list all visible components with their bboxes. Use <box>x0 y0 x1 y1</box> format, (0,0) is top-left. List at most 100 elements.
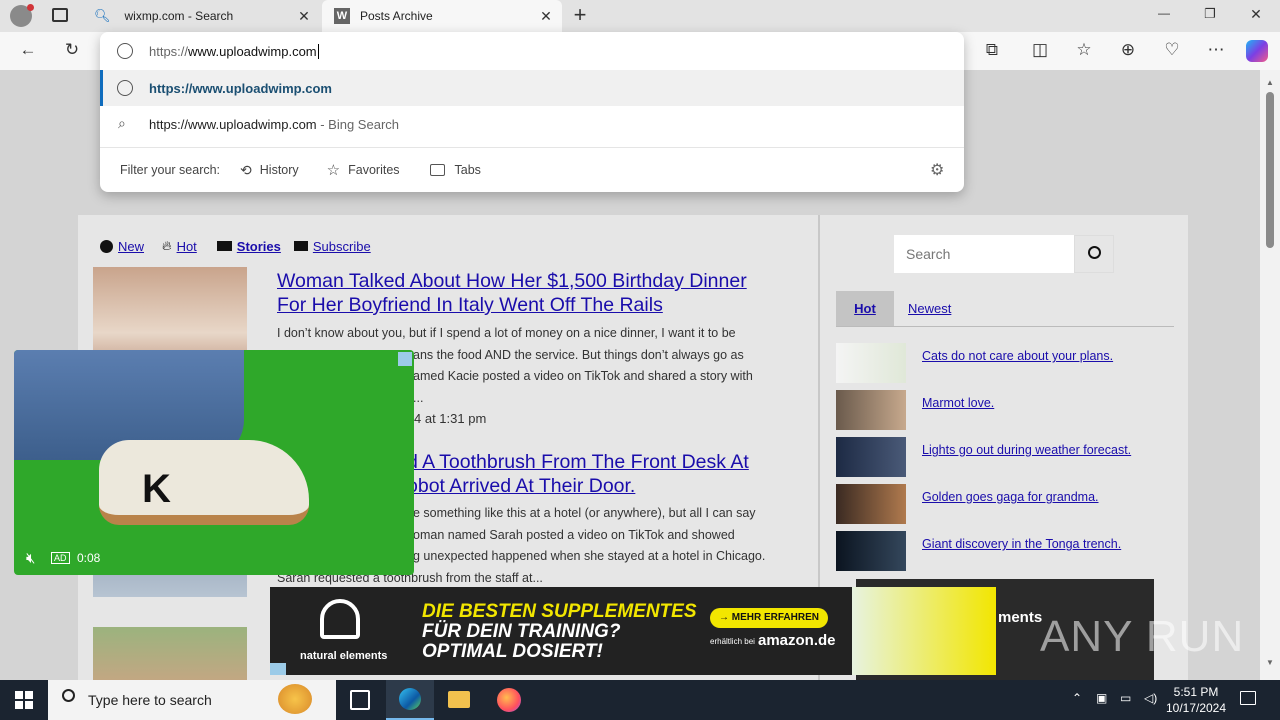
search-input[interactable]: Search <box>906 246 950 262</box>
suggestion-suffix: - Bing Search <box>316 117 399 132</box>
list-item[interactable]: Giant discovery in the Tonga trench. <box>836 531 1176 571</box>
restore-button[interactable]: ❐ <box>1198 6 1222 22</box>
history-icon: ⟲ <box>240 161 252 178</box>
search-button[interactable] <box>1074 235 1114 273</box>
clock-icon <box>100 239 113 253</box>
tab-posts-archive[interactable]: W Posts Archive ✕ <box>322 0 562 32</box>
tab-hot[interactable]: Hot <box>836 291 894 326</box>
filter-tabs[interactable]: Tabs <box>429 163 481 177</box>
favorites-star-icon[interactable]: ☆ <box>1070 36 1098 64</box>
w-site-icon: W <box>334 8 350 24</box>
news-icon <box>216 241 232 251</box>
nav-subscribe[interactable]: Subscribe <box>293 238 371 254</box>
list-item[interactable]: Golden goes gaga for grandma. <box>836 484 1176 524</box>
new-tab-button[interactable]: + <box>568 4 592 28</box>
brand-logo-icon <box>320 599 360 639</box>
address-prefix: https:// <box>149 44 189 59</box>
suggestion-url[interactable]: https://www.uploadwimp.com <box>100 70 964 106</box>
item-link[interactable]: Marmot love. <box>922 396 994 410</box>
tab-title: Posts Archive <box>360 9 433 23</box>
split-screen-icon[interactable]: ◫ <box>1026 36 1054 64</box>
tab-newest[interactable]: Newest <box>908 291 951 326</box>
item-link[interactable]: Golden goes gaga for grandma. <box>922 490 1099 504</box>
settings-more-icon[interactable]: ⋯ <box>1202 36 1230 64</box>
filter-history[interactable]: ⟲ History <box>240 162 299 179</box>
firefox-icon[interactable] <box>497 688 521 712</box>
cta-button[interactable]: → MEHR ERFAHREN <box>710 608 828 628</box>
brand-name: natural elements <box>300 650 388 662</box>
item-link[interactable]: Cats do not care about your plans. <box>922 349 1113 363</box>
nav-hot-label: Hot <box>176 238 197 254</box>
search-icon: 🔍︎ <box>94 8 111 23</box>
post-title[interactable]: Woman Talked About How Her $1,500 Birthd… <box>277 269 747 317</box>
back-button[interactable]: ← <box>14 36 42 64</box>
close-window-button[interactable]: ✕ <box>1244 6 1268 23</box>
scroll-down-arrow[interactable]: ▼ <box>1266 658 1274 667</box>
post-title-line: Woman Talked About How Her $1,500 Birthd… <box>277 270 747 292</box>
filter-favorites[interactable]: ☆ Favorites <box>327 161 400 179</box>
suggestion-text: https://www.uploadwimp.com <box>149 81 332 96</box>
nav-subscribe-label: Subscribe <box>312 238 371 254</box>
collections-icon[interactable]: ⊕ <box>1114 36 1142 64</box>
post-thumbnail[interactable] <box>93 627 247 680</box>
notifications-icon[interactable] <box>1240 691 1256 705</box>
filter-favorites-label: Favorites <box>348 163 400 177</box>
taskbar-search[interactable]: Type here to search <box>48 680 336 720</box>
scroll-up-arrow[interactable]: ▲ <box>1266 78 1274 87</box>
taskbar: Type here to search ⌃ ▣ ▭ ◁) 5:51 PM 10/… <box>0 680 1280 720</box>
address-host: www.uploadwimp.com <box>188 44 317 59</box>
close-icon[interactable]: ✕ <box>296 8 312 24</box>
nav-hot[interactable]: 🔥︎ Hot <box>162 238 197 254</box>
task-view-icon[interactable] <box>350 690 370 710</box>
copilot-icon[interactable] <box>1246 40 1268 62</box>
clock-date: 10/17/2024 <box>1165 701 1227 715</box>
tab-wixmp-search[interactable]: 🔍︎ wixmp.com - Search ✕ <box>84 0 320 32</box>
item-link[interactable]: Lights go out during weather forecast. <box>922 443 1131 457</box>
headline-line: DIE BESTEN SUPPLEMENTES <box>422 601 697 622</box>
network-icon[interactable]: ▭ <box>1120 691 1131 705</box>
minimize-button[interactable]: — <box>1152 6 1176 20</box>
file-explorer-icon[interactable] <box>448 691 470 708</box>
nav-new[interactable]: New <box>100 239 144 254</box>
adchoices-icon[interactable] <box>270 663 286 675</box>
suggestion-text: https://www.uploadwimp.com <box>149 117 317 132</box>
post-title-line: For Her Boyfriend In Italy Went Off The … <box>277 294 663 316</box>
nav-stories[interactable]: Stories <box>216 239 281 254</box>
address-input[interactable]: https://www.uploadwimp.com <box>100 34 964 70</box>
item-link[interactable]: Giant discovery in the Tonga trench. <box>922 537 1121 551</box>
profile-icon[interactable] <box>10 4 34 27</box>
post-title[interactable]: d A Toothbrush From The Front Desk At ob… <box>407 450 749 498</box>
headline-line: FÜR DEIN TRAINING? <box>422 621 621 642</box>
volume-icon[interactable]: ◁) <box>1144 691 1157 705</box>
extensions-icon[interactable]: ⧉ <box>978 36 1006 64</box>
adchoices-icon[interactable] <box>398 352 412 366</box>
gear-icon[interactable]: ⚙ <box>930 160 944 180</box>
side-tabs: Hot Newest <box>836 291 1174 327</box>
suggestion-bing-search[interactable]: ⌕ https://www.uploadwimp.com - Bing Sear… <box>100 106 964 142</box>
edge-taskbar-icon[interactable] <box>386 680 434 720</box>
sidebar-ad-text: ments <box>998 609 1043 626</box>
banner-headline: DIE BESTEN SUPPLEMENTES FÜR DEIN TRAININ… <box>422 602 697 662</box>
tray-device-icon[interactable]: ▣ <box>1096 691 1107 705</box>
close-icon[interactable]: ✕ <box>538 8 554 24</box>
performance-icon[interactable]: ♡ <box>1158 36 1186 64</box>
scroll-thumb[interactable] <box>1266 92 1274 248</box>
item-thumbnail <box>836 437 906 477</box>
windows-start-icon[interactable] <box>15 691 33 709</box>
banner-ad[interactable]: natural elements DIE BESTEN SUPPLEMENTES… <box>270 587 996 675</box>
filter-tabs-label: Tabs <box>454 163 481 177</box>
refresh-button[interactable]: ↻ <box>58 36 86 64</box>
nav-new-label: New <box>118 238 145 254</box>
flame-icon: 🔥︎ <box>162 238 172 253</box>
list-item[interactable]: Lights go out during weather forecast. <box>836 437 1176 477</box>
ad-badge: AD <box>51 552 70 564</box>
vertical-scrollbar[interactable]: ▲ ▼ <box>1260 70 1280 680</box>
post-title-line: d A Toothbrush From The Front Desk At <box>407 451 749 473</box>
list-item[interactable]: Marmot love. <box>836 390 1176 430</box>
tab-actions-icon[interactable] <box>52 8 68 22</box>
clock[interactable]: 5:51 PM 10/17/2024 <box>1164 684 1228 716</box>
mute-icon[interactable]: 🔇︎ <box>26 550 35 567</box>
video-ad[interactable]: K 🔇︎ AD 0:08 <box>14 350 414 575</box>
list-item[interactable]: Cats do not care about your plans. <box>836 343 1176 383</box>
tray-chevron-icon[interactable]: ⌃ <box>1072 691 1082 705</box>
